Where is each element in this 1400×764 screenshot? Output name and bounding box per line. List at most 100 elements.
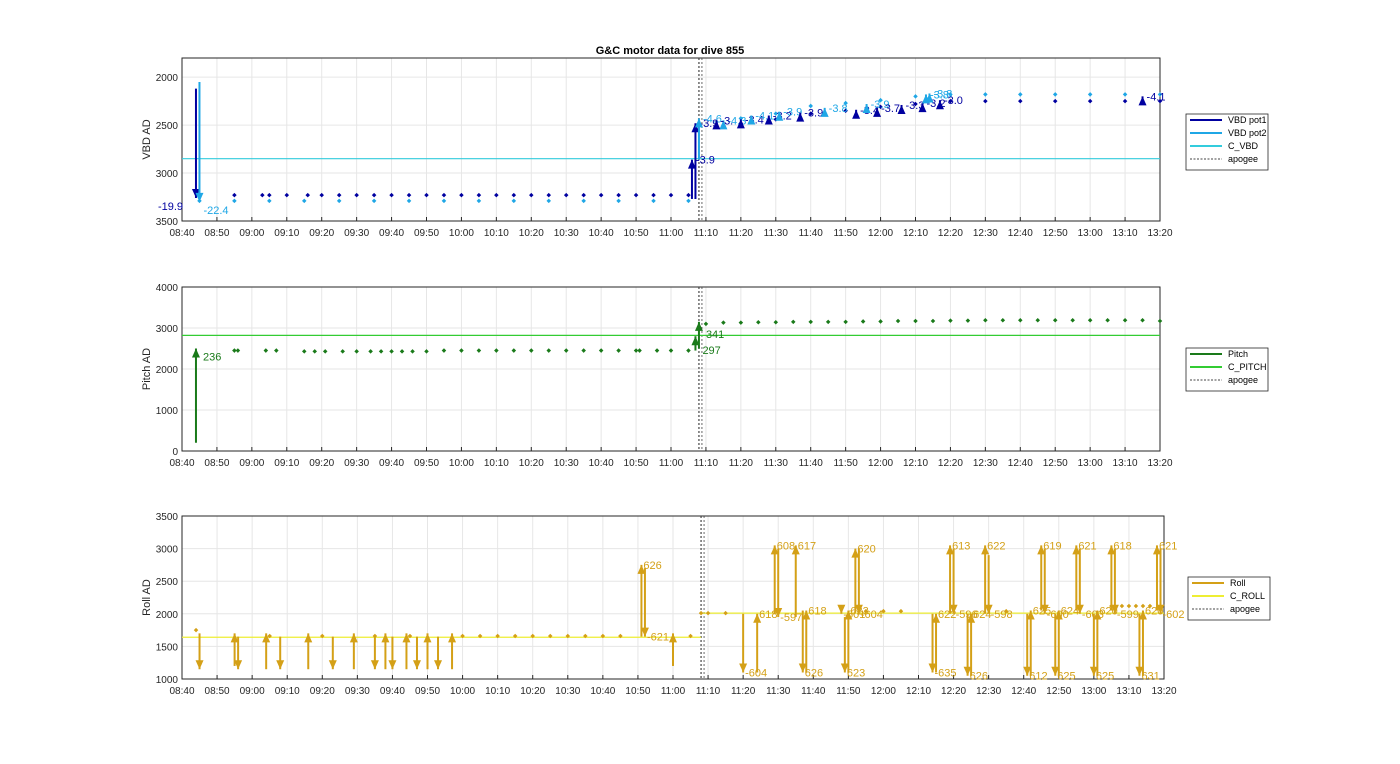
- vbd-pot1-point: [371, 192, 377, 198]
- pitch-point: [354, 349, 359, 354]
- vbd-pot2-point: [441, 198, 447, 204]
- x-tick-label: 13:20: [1151, 686, 1176, 697]
- y-tick-label: 2000: [156, 610, 179, 621]
- pitch-point: [1035, 317, 1041, 323]
- vbd-pot2-point: [336, 198, 342, 204]
- legend-entry: C_PITCH: [1228, 362, 1267, 372]
- roll-point: [1133, 603, 1139, 609]
- x-tick-label: 13:00: [1081, 686, 1106, 697]
- pitch-point: [410, 349, 415, 354]
- vbd-pot1-point: [494, 192, 499, 198]
- vbd-pot1-point: [668, 192, 674, 198]
- vbd-pot1-point: [598, 192, 604, 198]
- x-tick-label: 11:20: [731, 686, 756, 697]
- pitch-point: [808, 319, 813, 325]
- vbd-pot1-point: [616, 192, 621, 198]
- vbd-move-label: -3.8: [829, 103, 848, 115]
- vbd-move-label: -4.1: [1147, 91, 1166, 103]
- x-tick-label: 11:40: [801, 686, 826, 697]
- pitch-move-label: 297: [702, 345, 720, 357]
- vbd-pot1-point: [983, 98, 988, 104]
- x-tick-label: 11:40: [799, 458, 824, 469]
- pitch-point: [1087, 317, 1093, 323]
- x-tick-label: 10:10: [484, 228, 509, 239]
- y-tick-label: 2500: [156, 121, 179, 132]
- x-tick-label: 13:10: [1113, 228, 1138, 239]
- pitch-point: [1105, 317, 1110, 323]
- y-tick-label: 3500: [156, 217, 179, 228]
- x-tick-label: 11:00: [659, 458, 684, 469]
- roll-move-arrow-head: [370, 660, 379, 670]
- x-tick-label: 08:50: [204, 458, 229, 469]
- vbd-pot1-point: [459, 192, 464, 198]
- x-tick-label: 13:10: [1113, 458, 1138, 469]
- vbd-pot2-point: [983, 92, 988, 97]
- y-tick-label: 3000: [156, 169, 179, 180]
- legend-entry: C_ROLL: [1230, 591, 1265, 601]
- x-tick-label: 12:50: [1043, 458, 1068, 469]
- x-tick-label: 12:10: [903, 458, 928, 469]
- vbd-pot2-point: [1018, 92, 1023, 97]
- pitch-point: [563, 348, 569, 353]
- pitch-panel: 08:40 08:50 09:00 09:10 09:20 09:30 09:40 09:50…: [141, 283, 1269, 469]
- roll-move-label: 619: [1043, 540, 1061, 552]
- legend-entry: C_VBD: [1228, 141, 1259, 151]
- x-tick-label: 08:50: [204, 228, 229, 239]
- x-tick-label: 10:40: [589, 458, 614, 469]
- x-tick-label: 11:30: [764, 228, 789, 239]
- y-axis-label: VBD AD: [141, 119, 153, 159]
- y-tick-label: 1500: [156, 642, 179, 653]
- roll-move-arrow-head: [195, 660, 204, 670]
- x-tick-label: 10:50: [624, 458, 649, 469]
- vbd-pot1-point: [546, 192, 552, 198]
- vbd-pot2-point: [476, 198, 482, 204]
- x-tick-label: 10:00: [450, 686, 475, 697]
- x-tick-label: 10:50: [625, 686, 650, 697]
- x-tick-label: 09:10: [275, 686, 300, 697]
- vbd-pot1-point: [686, 192, 691, 198]
- pitch-point: [389, 349, 394, 354]
- roll-move-label: 617: [798, 540, 816, 552]
- x-tick-label: 08:40: [169, 458, 194, 469]
- x-tick-label: 11:00: [659, 228, 684, 239]
- x-tick-label: 13:10: [1116, 686, 1141, 697]
- pitch-point: [1070, 317, 1075, 323]
- pitch-point: [738, 320, 744, 325]
- roll-move-label: -601: [843, 609, 865, 621]
- pitch-point: [825, 319, 831, 325]
- vbd-move-label: -3.: [720, 115, 733, 127]
- pitch-point: [399, 349, 405, 354]
- x-tick-label: 09:30: [344, 458, 369, 469]
- x-tick-label: 12:30: [973, 458, 998, 469]
- x-tick-label: 10:20: [519, 228, 544, 239]
- x-tick-label: 10:30: [555, 686, 580, 697]
- vbd-move-label: -3.7: [881, 103, 900, 115]
- x-tick-label: 09:30: [344, 228, 369, 239]
- roll-point: [698, 610, 704, 616]
- y-tick-label: 3500: [156, 512, 179, 523]
- vbd-pot2-point: [546, 198, 552, 204]
- vbd-pot1-point: [633, 192, 639, 198]
- pitch-point: [368, 349, 373, 354]
- vbd-pot1-point: [476, 192, 482, 198]
- roll-move-label: 608: [777, 540, 795, 552]
- vbd-pot1-point: [1122, 98, 1128, 104]
- roll-move-label: 621: [1159, 540, 1177, 552]
- vbd-pot1-point: [424, 192, 429, 198]
- vbd-pot2-point: [913, 94, 918, 99]
- pitch-point: [581, 348, 586, 353]
- roll-move-label: 625: [1096, 671, 1114, 683]
- x-tick-label: 10:40: [590, 686, 615, 697]
- roll-move-label: -599: [1117, 609, 1139, 621]
- roll-move-label: 623: [847, 667, 865, 679]
- vbd-pot1-point: [651, 192, 656, 198]
- pitch-point: [1140, 317, 1145, 323]
- vbd-pot2-point: [1052, 92, 1058, 97]
- y-axis-label: Pitch AD: [141, 348, 153, 390]
- x-tick-label: 11:30: [766, 686, 791, 697]
- pitch-point: [790, 319, 796, 325]
- x-tick-label: 09:40: [379, 228, 404, 239]
- x-tick-label: 12:50: [1046, 686, 1071, 697]
- pitch-point: [494, 348, 499, 353]
- pitch-move-label: 341: [706, 329, 724, 341]
